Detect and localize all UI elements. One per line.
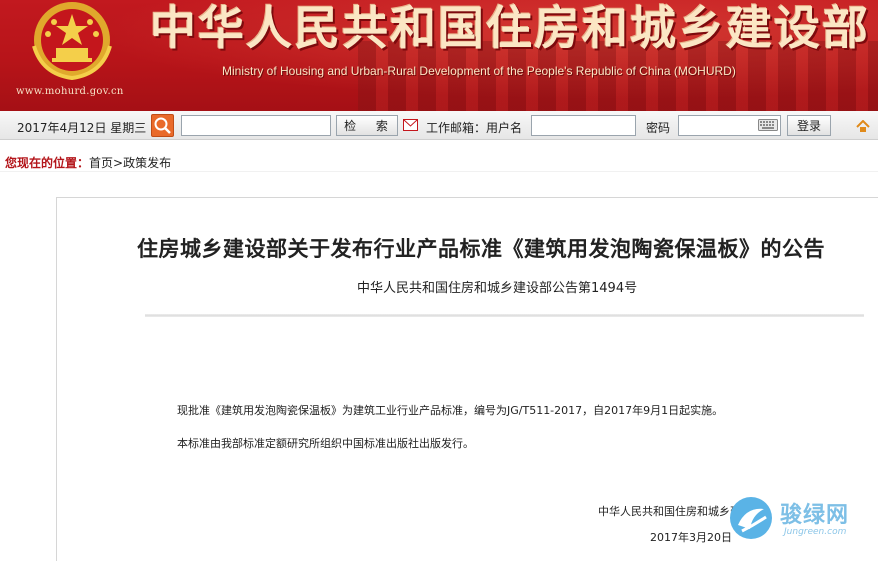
watermark: 骏绿网 Jungreen.com bbox=[728, 495, 878, 545]
breadcrumb-separator: > bbox=[113, 156, 124, 170]
announcement-number: 中华人民共和国住房和城乡建设部公告第1494号 bbox=[357, 281, 638, 296]
current-date: 2017年4月12日 星期三 bbox=[17, 121, 147, 135]
keyboard-icon[interactable] bbox=[758, 119, 778, 131]
breadcrumb-current-link[interactable]: 政策发布 bbox=[123, 156, 171, 170]
site-header-banner: www.mohurd.gov.cn 中华人民共和国住房和城乡建设部 Minist… bbox=[0, 0, 878, 111]
article-divider bbox=[145, 314, 864, 317]
search-button[interactable]: 检 索 bbox=[336, 115, 398, 136]
national-emblem-icon bbox=[22, 0, 122, 82]
watermark-subtext: Jungreen.com bbox=[784, 527, 847, 537]
divider bbox=[0, 171, 878, 172]
article-paragraph: 现批准《建筑用发泡陶瓷保温板》为建筑工业行业产品标准，编号为JG/T511-20… bbox=[177, 404, 724, 417]
top-toolbar: 2017年4月12日 星期三 检 索 工作邮箱：用户名 密码 登录 bbox=[0, 111, 878, 140]
username-field[interactable] bbox=[531, 115, 636, 136]
password-label: 密码 bbox=[646, 121, 671, 135]
search-input[interactable] bbox=[181, 115, 331, 136]
watermark-text: 骏绿网 bbox=[780, 503, 850, 528]
article-title: 住房城乡建设部关于发布行业产品标准《建筑用发泡陶瓷保温板》的公告 bbox=[137, 236, 825, 261]
ministry-title-cn: 中华人民共和国住房和城乡建设部 bbox=[150, 1, 870, 55]
signature-date: 2017年3月20日 bbox=[650, 531, 732, 544]
login-button[interactable]: 登录 bbox=[787, 115, 831, 136]
article-paragraph: 本标准由我部标准定额研究所组织中国标准出版社出版发行。 bbox=[177, 437, 474, 450]
breadcrumb: 您现在的位置：首页>政策发布 bbox=[5, 154, 171, 171]
search-icon[interactable] bbox=[151, 114, 174, 137]
watermark-logo-icon bbox=[730, 497, 772, 539]
breadcrumb-home-link[interactable]: 首页 bbox=[89, 156, 113, 170]
work-mail-username-label: 工作邮箱：用户名 bbox=[426, 121, 523, 135]
ministry-title-en: Ministry of Housing and Urban-Rural Deve… bbox=[222, 64, 736, 78]
mail-icon bbox=[403, 119, 418, 131]
site-url: www.mohurd.gov.cn bbox=[16, 86, 124, 97]
home-icon[interactable] bbox=[856, 119, 870, 132]
breadcrumb-lead: 您现在的位置： bbox=[5, 156, 90, 170]
